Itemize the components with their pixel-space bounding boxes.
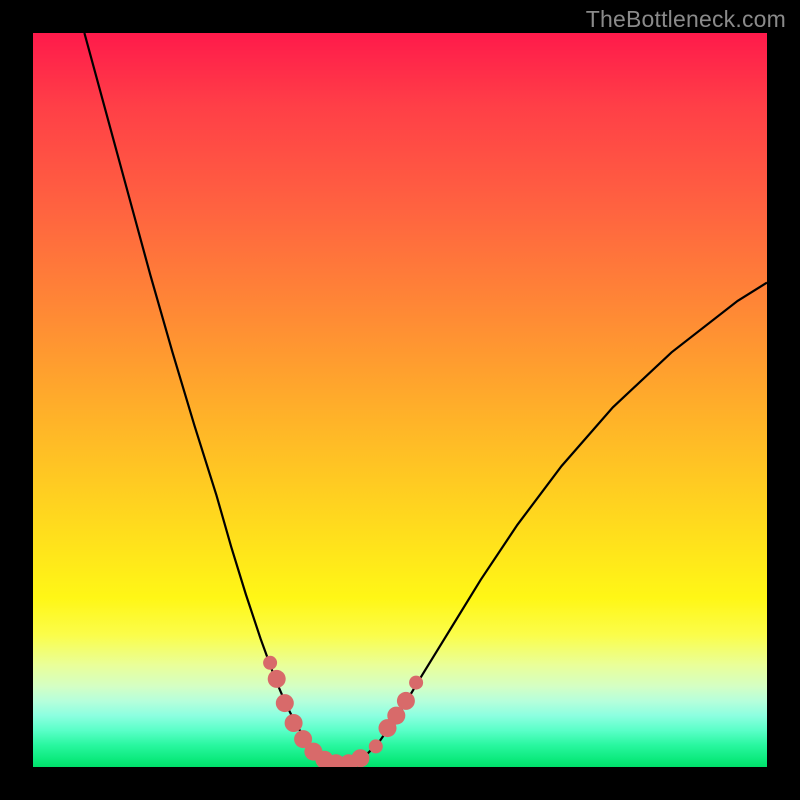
data-marker (369, 739, 383, 753)
curve-layer (33, 33, 767, 767)
data-marker (263, 656, 277, 670)
data-marker (409, 676, 423, 690)
data-marker (276, 694, 294, 712)
data-marker (285, 714, 303, 732)
marker-group (263, 656, 423, 767)
data-marker (268, 670, 286, 688)
plot-area (33, 33, 767, 767)
bottleneck-curve (84, 33, 767, 763)
data-marker (351, 749, 369, 767)
data-marker (397, 692, 415, 710)
data-marker (387, 707, 405, 725)
chart-frame: TheBottleneck.com (0, 0, 800, 800)
watermark-text: TheBottleneck.com (586, 6, 786, 33)
